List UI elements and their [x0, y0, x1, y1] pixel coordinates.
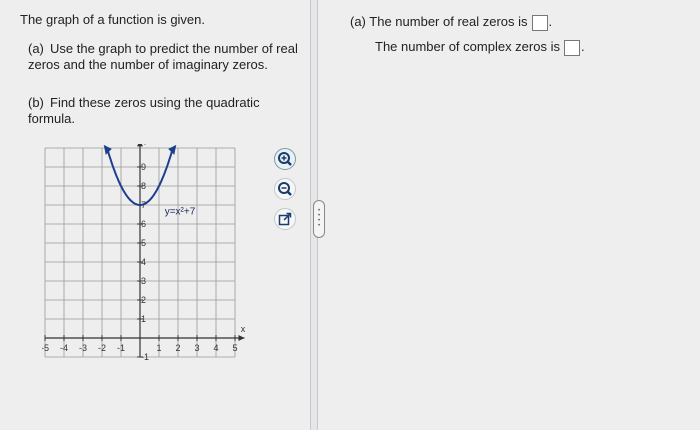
zoom-out-button[interactable]	[274, 178, 296, 200]
question-a-text: Use the graph to predict the number of r…	[28, 41, 298, 72]
zoom-in-icon	[278, 152, 292, 166]
function-label: y=x²+7	[165, 207, 196, 218]
x-tick-label: -2	[98, 343, 106, 353]
question-a-label: (a)	[28, 41, 44, 56]
y-tick-label: 5	[141, 238, 146, 248]
x-tick-label: 3	[194, 343, 199, 353]
zoom-in-button[interactable]	[274, 148, 296, 170]
y-tick-label: 3	[141, 276, 146, 286]
y-tick-label: 6	[141, 219, 146, 229]
y-tick-label: 1	[141, 314, 146, 324]
question-b-text: Find these zeros using the quadratic for…	[28, 95, 260, 126]
x-tick-label: -3	[79, 343, 87, 353]
question-panel: The graph of a function is given. (a) Use…	[0, 0, 310, 430]
x-tick-label: -4	[60, 343, 68, 353]
zoom-out-icon	[278, 182, 292, 196]
x-axis-label: x	[241, 324, 246, 334]
x-axis-arrow	[238, 335, 245, 341]
real-zeros-prompt: The number of real zeros is	[369, 14, 528, 29]
y-axis-arrow	[137, 140, 143, 147]
x-tick-label: -5	[42, 343, 49, 353]
complex-zeros-prompt: The number of complex zeros is	[375, 39, 560, 54]
y-tick-label: -1	[141, 352, 149, 362]
question-a: (a) Use the graph to predict the number o…	[28, 41, 298, 73]
answer-real-zeros-row: (a) The number of real zeros is.	[350, 14, 553, 31]
x-tick-label: 5	[232, 343, 237, 353]
function-graph: yx-5-4-3-2-112345987654321-1y=x²+7	[41, 134, 272, 369]
question-b: (b) Find these zeros using the quadratic …	[28, 95, 298, 127]
answer-panel: (a) The number of real zeros is. The num…	[320, 0, 700, 430]
answer-a-label: (a)	[350, 14, 366, 29]
answer-complex-zeros-row: The number of complex zeros is.	[375, 39, 585, 56]
question-b-label: (b)	[28, 95, 44, 110]
graph-toolbar	[274, 148, 298, 238]
x-tick-label: 1	[156, 343, 161, 353]
y-tick-label: 4	[141, 257, 146, 267]
y-tick-label: 9	[141, 162, 146, 172]
real-zeros-input[interactable]	[531, 14, 548, 31]
y-tick-label: 8	[141, 181, 146, 191]
graph-svg: yx-5-4-3-2-112345987654321-1y=x²+7	[41, 134, 246, 362]
open-in-new-window-button[interactable]	[274, 208, 296, 230]
x-tick-label: -1	[117, 343, 125, 353]
x-tick-label: 4	[213, 343, 218, 353]
external-link-icon	[278, 212, 292, 226]
problem-prompt: The graph of a function is given.	[20, 12, 206, 27]
y-axis-label: y	[144, 144, 149, 145]
x-tick-label: 2	[175, 343, 180, 353]
complex-zeros-input[interactable]	[563, 39, 580, 56]
y-tick-label: 2	[141, 295, 146, 305]
